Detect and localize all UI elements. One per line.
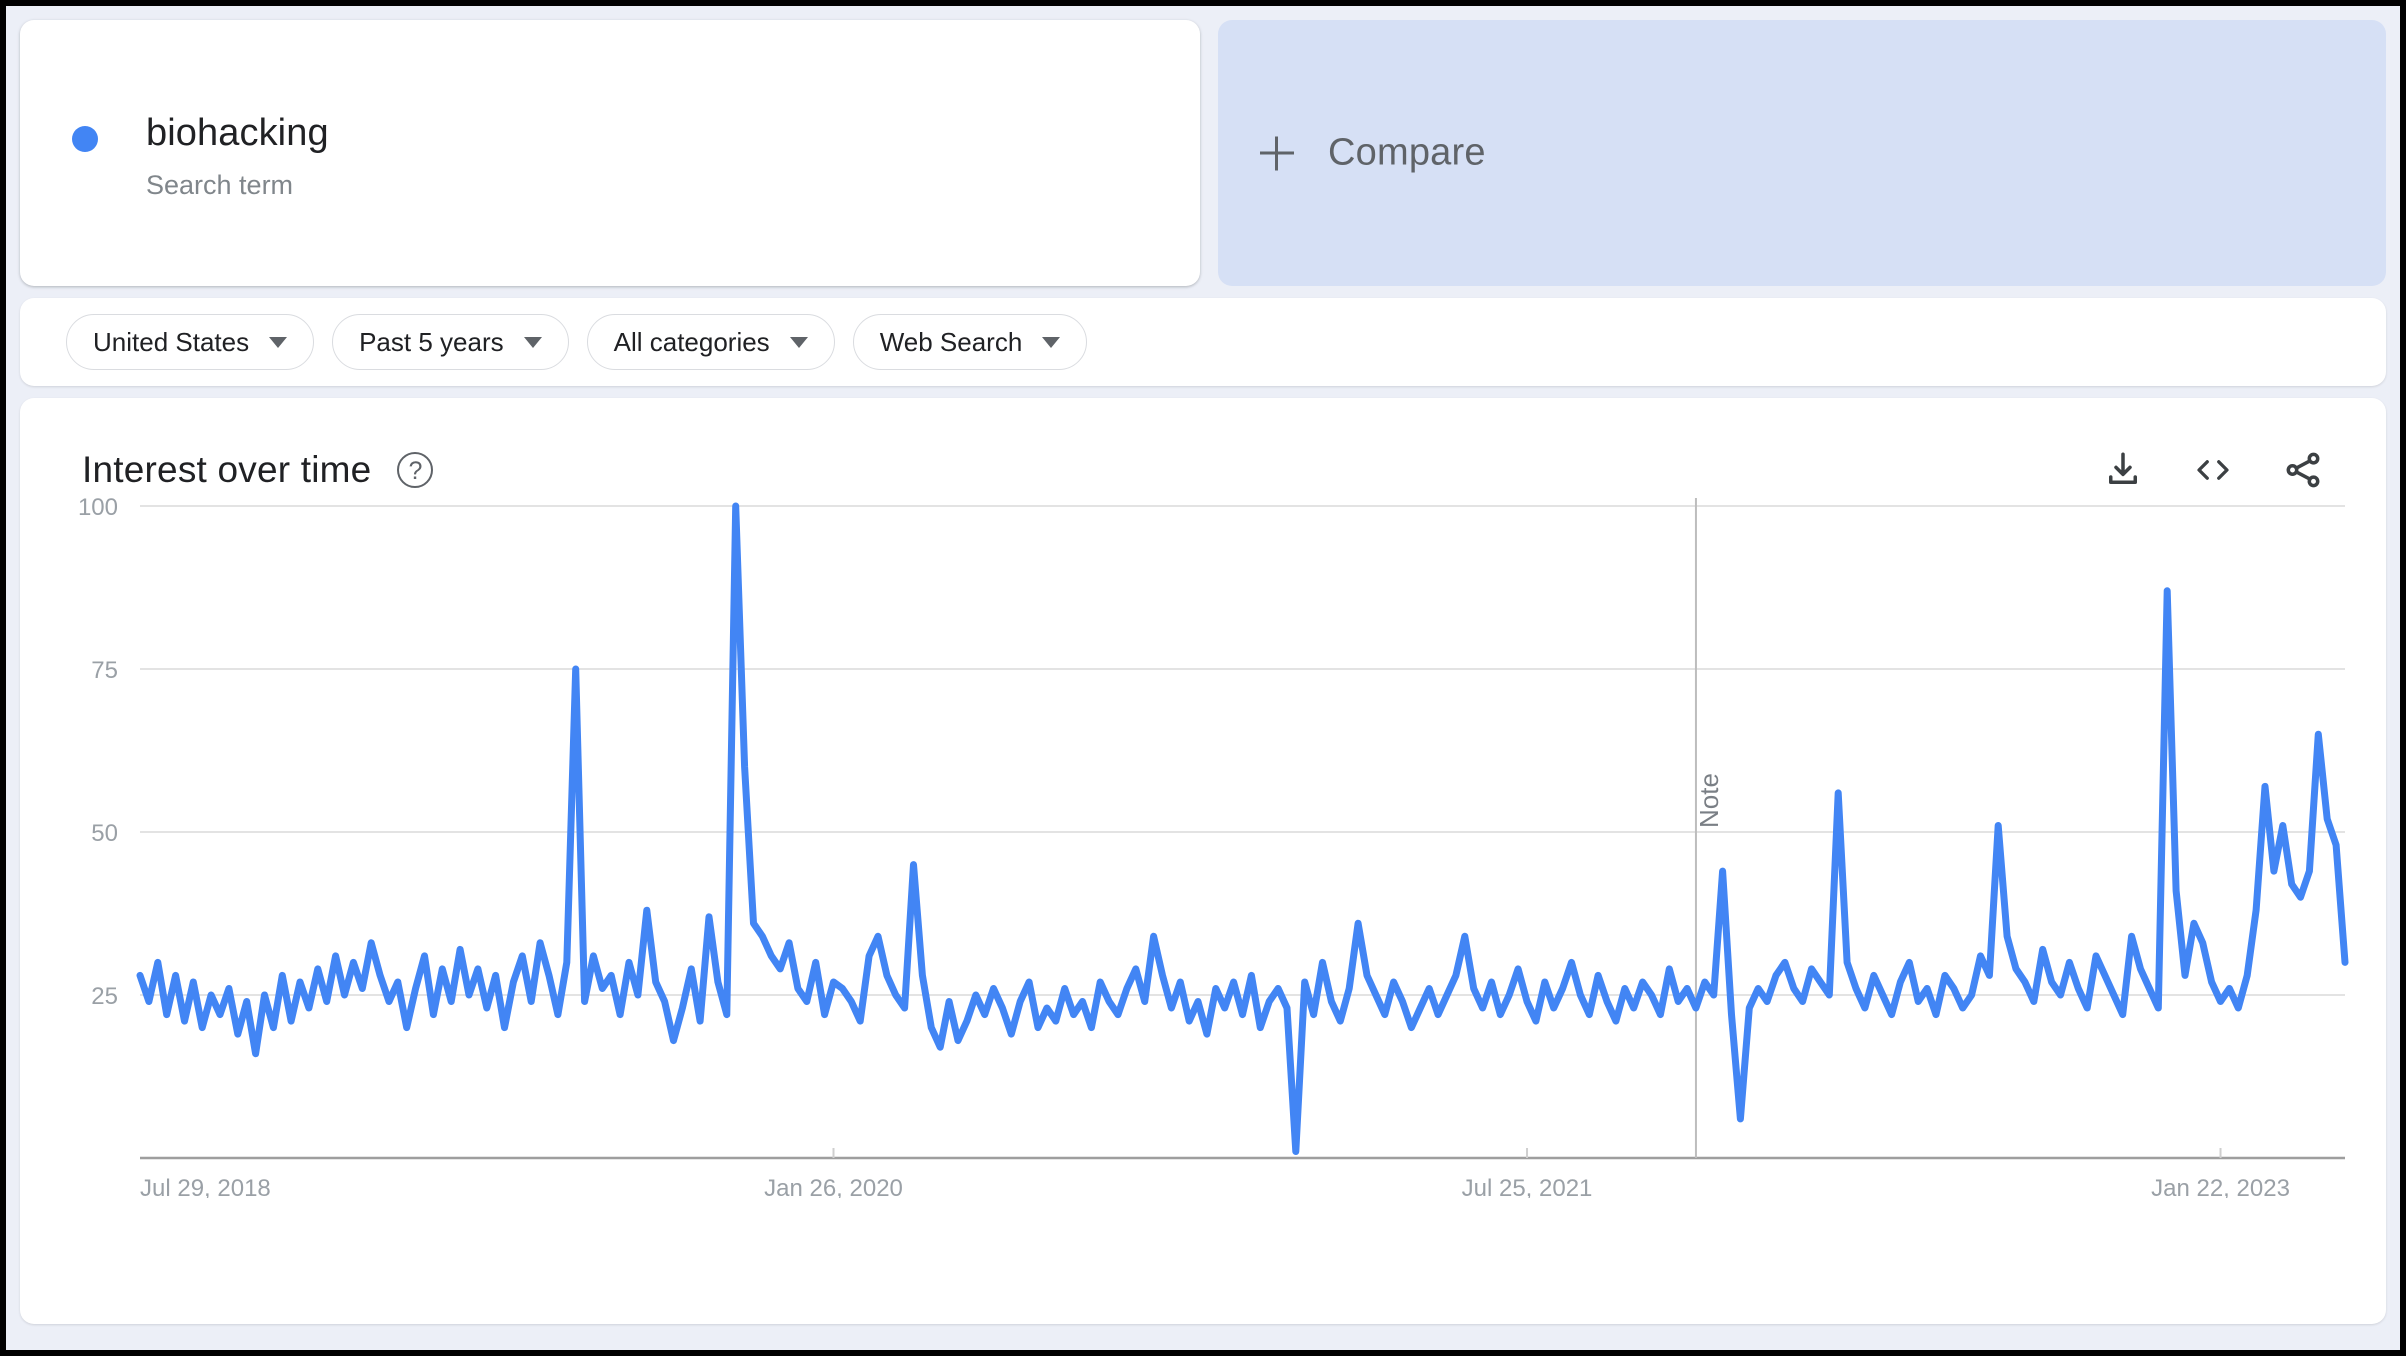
interest-over-time-chart[interactable]: 255075100 Note Jul 29, 2018Jan 26, 2020J… bbox=[20, 498, 2386, 1198]
chevron-down-icon bbox=[790, 337, 808, 348]
chart-data-line bbox=[140, 506, 2345, 1152]
filter-search-type[interactable]: Web Search bbox=[853, 314, 1088, 370]
google-trends-page: biohacking Search term Compare United St… bbox=[6, 6, 2400, 1350]
series-color-dot bbox=[72, 126, 98, 152]
question-mark-circle-icon[interactable]: ? bbox=[397, 452, 433, 488]
svg-text:25: 25 bbox=[91, 983, 118, 1010]
svg-text:100: 100 bbox=[78, 498, 118, 521]
filter-search-type-label: Web Search bbox=[880, 327, 1023, 358]
search-term-type: Search term bbox=[146, 170, 329, 201]
chart-header: Interest over time ? bbox=[82, 440, 2324, 500]
compare-button[interactable]: Compare bbox=[1218, 20, 2386, 286]
svg-text:Jan 22, 2023: Jan 22, 2023 bbox=[2151, 1175, 2290, 1198]
chart-x-axis-labels: Jul 29, 2018 Jan 26, 2020 Jul 25, 2021 Jan … bbox=[140, 1148, 2290, 1198]
search-term-row: biohacking Search term Compare bbox=[20, 20, 2386, 286]
plus-icon bbox=[1260, 136, 1294, 170]
chart-y-axis-labels: 25 50 75 100 bbox=[78, 498, 118, 1010]
svg-text:50: 50 bbox=[91, 820, 118, 847]
filter-timerange-label: Past 5 years bbox=[359, 327, 504, 358]
embed-code-icon[interactable] bbox=[2190, 449, 2236, 491]
chart-gridlines bbox=[140, 506, 2345, 995]
filter-location-label: United States bbox=[93, 327, 249, 358]
filter-category[interactable]: All categories bbox=[587, 314, 835, 370]
search-term-texts: biohacking Search term bbox=[146, 112, 329, 201]
svg-text:Jul 29, 2018: Jul 29, 2018 bbox=[140, 1175, 271, 1198]
filter-location[interactable]: United States bbox=[66, 314, 314, 370]
svg-text:Note: Note bbox=[1694, 773, 1724, 828]
chevron-down-icon bbox=[1042, 337, 1060, 348]
filter-timerange[interactable]: Past 5 years bbox=[332, 314, 569, 370]
share-icon[interactable] bbox=[2282, 449, 2324, 491]
svg-text:75: 75 bbox=[91, 657, 118, 684]
svg-text:Jan 26, 2020: Jan 26, 2020 bbox=[764, 1175, 903, 1198]
chevron-down-icon bbox=[269, 337, 287, 348]
filter-category-label: All categories bbox=[614, 327, 770, 358]
chart-note-annotation: Note bbox=[1694, 498, 1724, 1158]
search-term-content: biohacking Search term bbox=[72, 112, 329, 201]
download-icon[interactable] bbox=[2102, 449, 2144, 491]
compare-label: Compare bbox=[1328, 132, 1486, 175]
compare-content: Compare bbox=[1260, 132, 1486, 175]
svg-text:Jul 25, 2021: Jul 25, 2021 bbox=[1462, 1175, 1593, 1198]
page-title: Interest over time bbox=[82, 449, 371, 491]
chart-svg: 255075100 Note Jul 29, 2018Jan 26, 2020J… bbox=[20, 498, 2386, 1198]
search-term-card[interactable]: biohacking Search term bbox=[20, 20, 1200, 286]
chart-actions bbox=[2102, 449, 2324, 491]
filter-bar: United States Past 5 years All categorie… bbox=[20, 298, 2386, 386]
interest-over-time-card: Interest over time ? bbox=[20, 398, 2386, 1324]
search-term-name: biohacking bbox=[146, 112, 329, 156]
chevron-down-icon bbox=[524, 337, 542, 348]
